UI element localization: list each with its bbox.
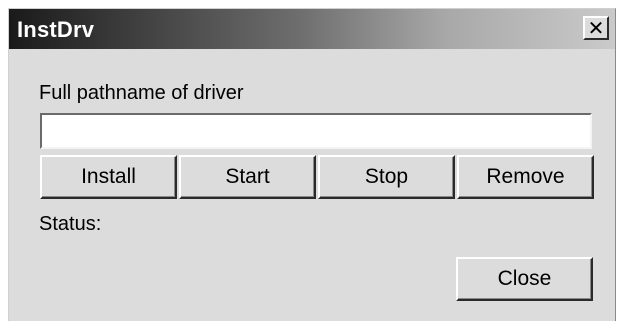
install-button[interactable]: Install [40, 155, 177, 199]
title-bar: InstDrv ✕ [9, 9, 615, 49]
close-button[interactable]: Close [456, 257, 593, 301]
start-button[interactable]: Start [179, 155, 316, 199]
window-title: InstDrv [17, 17, 95, 42]
driver-path-input[interactable] [40, 113, 592, 149]
stop-button[interactable]: Stop [318, 155, 455, 199]
instdrv-dialog: InstDrv ✕ Full pathname of driver Instal… [8, 8, 616, 321]
remove-button[interactable]: Remove [457, 155, 594, 199]
title-close-button[interactable]: ✕ [583, 16, 609, 40]
status-label: Status: [39, 213, 102, 235]
driver-path-label: Full pathname of driver [39, 82, 244, 104]
close-icon: ✕ [587, 16, 605, 40]
